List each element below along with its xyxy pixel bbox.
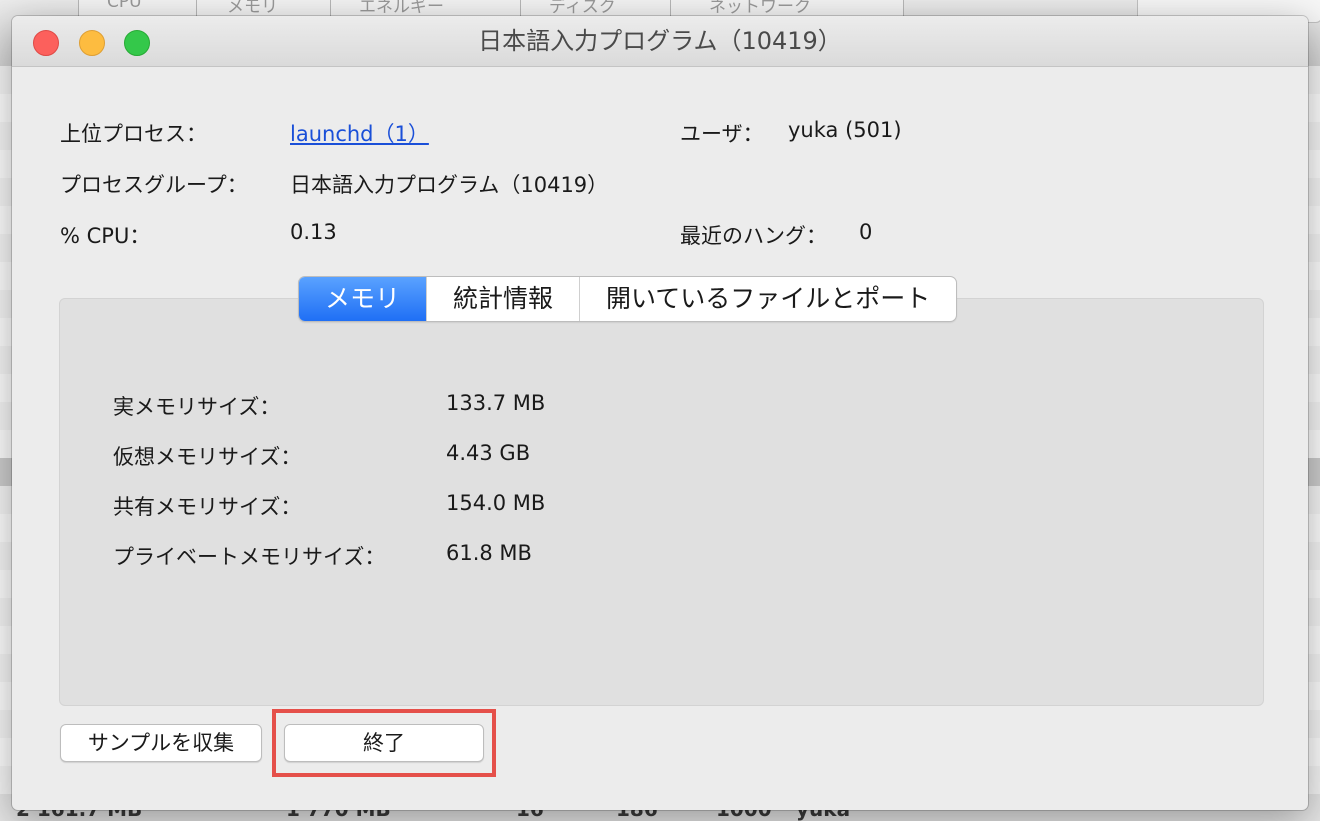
sample-button[interactable]: サンプルを収集: [60, 724, 262, 762]
parent-process-label: 上位プロセス：: [60, 122, 207, 146]
cpu-label: % CPU：: [60, 224, 151, 248]
bg-tab-energy-label: エネルギー: [359, 0, 444, 17]
window-title: 日本語入力プログラム（10419）: [478, 27, 842, 55]
parent-process-link[interactable]: launchd（1）: [290, 118, 429, 148]
shared-memory-value: 154.0 MB: [446, 491, 546, 515]
process-info-window: 日本語入力プログラム（10419） 上位プロセス： launchd（1） ユーザ…: [12, 16, 1308, 810]
tab-memory[interactable]: メモリ: [299, 277, 428, 321]
tab-open-files-ports[interactable]: 開いているファイルとポート: [580, 277, 956, 321]
tab-content-panel: 実メモリサイズ： 133.7 MB 仮想メモリサイズ： 4.43 GB 共有メモ…: [59, 298, 1264, 706]
tab-statistics[interactable]: 統計情報: [427, 277, 581, 321]
tab-bar: メモリ 統計情報 開いているファイルとポート: [299, 277, 957, 321]
real-memory-value: 133.7 MB: [446, 391, 546, 415]
title-bar[interactable]: 日本語入力プログラム（10419）: [12, 16, 1308, 67]
highlight-box: [272, 709, 496, 777]
recent-hangs-value: 0: [859, 220, 873, 244]
bg-tab-network-label: ネットワーク: [709, 0, 811, 17]
cpu-value: 0.13: [290, 220, 337, 244]
process-group-value: 日本語入力プログラム（10419）: [290, 173, 609, 197]
real-memory-label: 実メモリサイズ：: [113, 395, 281, 419]
private-memory-value: 61.8 MB: [446, 541, 532, 565]
process-group-label: プロセスグループ：: [60, 173, 248, 197]
user-label: ユーザ：: [680, 122, 764, 146]
bg-tab-disk-label: ディスク: [549, 0, 616, 17]
shared-memory-label: 共有メモリサイズ：: [113, 495, 302, 519]
bg-tab-cpu-label: CPU: [107, 0, 142, 12]
user-value: yuka (501): [788, 118, 902, 142]
private-memory-label: プライベートメモリサイズ：: [113, 545, 386, 569]
recent-hangs-label: 最近のハング：: [680, 224, 827, 248]
bg-tab-memory-label: メモリ: [227, 0, 278, 17]
virtual-memory-value: 4.43 GB: [446, 441, 531, 465]
virtual-memory-label: 仮想メモリサイズ：: [113, 445, 302, 469]
